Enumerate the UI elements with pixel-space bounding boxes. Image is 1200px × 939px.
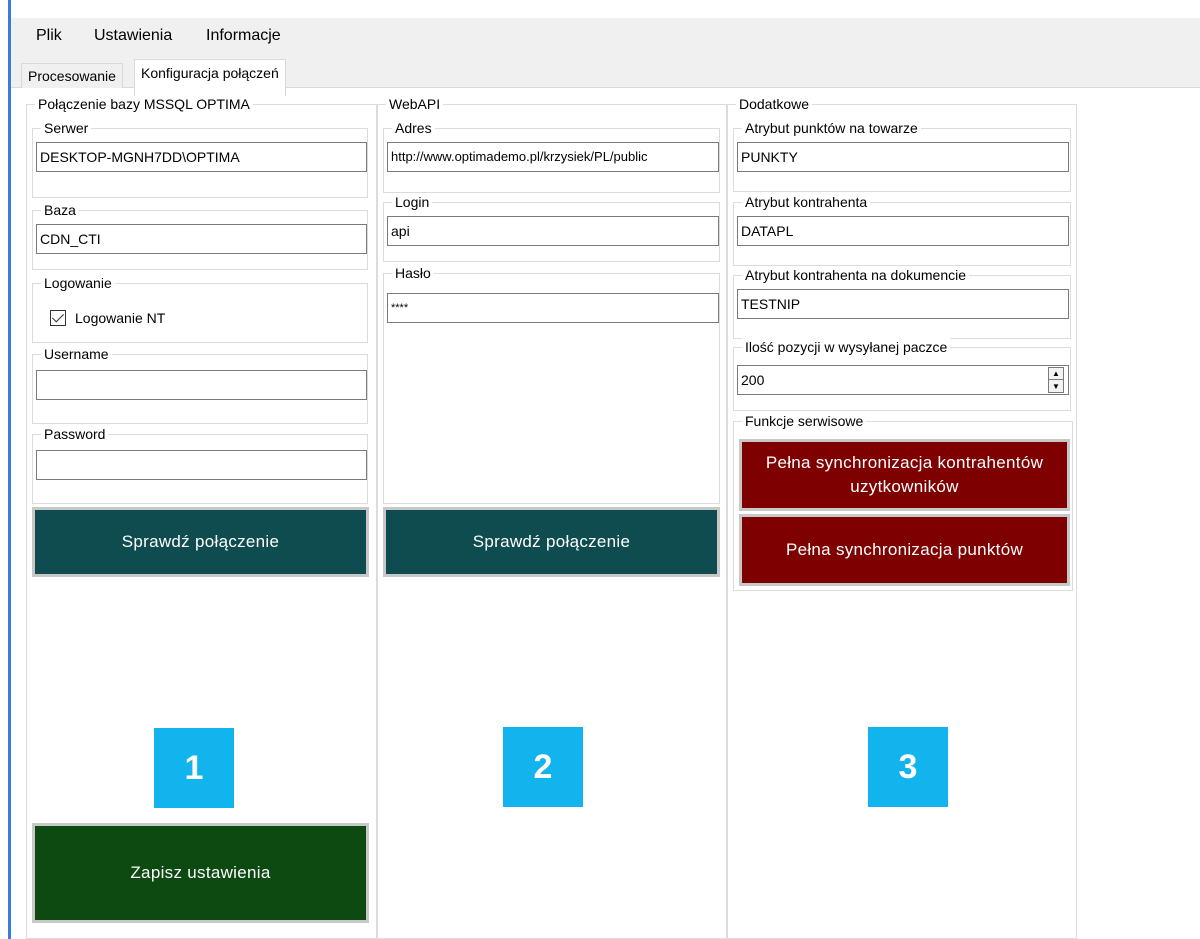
webapi-group-title: WebAPI xyxy=(386,95,444,113)
tab-content: Połączenie bazy MSSQL OPTIMA Serwer DESK… xyxy=(11,88,1200,939)
service-functions-label: Funkcje serwisowe xyxy=(742,412,867,430)
service-functions-group: Funkcje serwisowe Pełna synchronizacja k… xyxy=(733,412,1073,591)
menu-ustawienia[interactable]: Ustawienia xyxy=(94,27,172,45)
tab-procesowanie[interactable]: Procesowanie xyxy=(21,63,123,88)
api-password-input[interactable]: **** xyxy=(387,293,719,323)
menu-bar: Plik Ustawienia Informacje xyxy=(11,18,1200,52)
username-label: Username xyxy=(41,345,112,363)
mssql-group-title: Połączenie bazy MSSQL OPTIMA xyxy=(35,95,253,113)
full-sync-contractors-button[interactable]: Pełna synchronizacja kontrahentów uzytko… xyxy=(739,439,1070,511)
database-label: Baza xyxy=(41,201,79,219)
database-group: Baza CDN_CTI xyxy=(32,201,368,270)
api-login-label: Login xyxy=(392,193,433,211)
api-login-group: Login api xyxy=(383,193,720,262)
save-settings-label: Zapisz ustawienia xyxy=(130,863,271,882)
tab-konfiguracja[interactable]: Konfiguracja połączeń xyxy=(134,59,286,96)
menu-plik[interactable]: Plik xyxy=(36,27,62,45)
full-sync-points-label: Pełna synchronizacja punktów xyxy=(785,540,1024,559)
check-connection-webapi-button[interactable]: Sprawdź połączenie xyxy=(383,507,720,577)
batch-size-label: Ilość pozycji w wysyłanej paczce xyxy=(742,338,951,356)
webapi-group: WebAPI Adres http://www.optimademo.pl/kr… xyxy=(377,95,727,939)
points-attr-label: Atrybut punktów na towarze xyxy=(742,119,921,137)
points-attr-group: Atrybut punktów na towarze PUNKTY xyxy=(733,119,1071,192)
batch-size-stepper[interactable]: ▲ ▼ xyxy=(1048,367,1064,393)
badge-1: 1 xyxy=(154,728,234,808)
password-label: Password xyxy=(41,425,109,443)
database-input[interactable]: CDN_CTI xyxy=(36,224,367,254)
stepper-up-icon[interactable]: ▲ xyxy=(1049,368,1063,380)
extra-group-title: Dodatkowe xyxy=(736,95,813,113)
username-group: Username xyxy=(32,345,368,424)
full-sync-contractors-label: Pełna synchronizacja kontrahentów uzytko… xyxy=(765,453,1044,496)
login-mode-group: Logowanie Logowanie NT xyxy=(32,274,368,343)
password-input[interactable] xyxy=(36,450,367,480)
server-input[interactable]: DESKTOP-MGNH7DD\OPTIMA xyxy=(36,142,367,172)
contractor-attr-group: Atrybut kontrahenta DATAPL xyxy=(733,193,1071,266)
doc-contractor-attr-input[interactable]: TESTNIP xyxy=(737,289,1069,319)
doc-contractor-attr-group: Atrybut kontrahenta na dokumencie TESTNI… xyxy=(733,266,1071,339)
nt-login-checkbox[interactable] xyxy=(50,310,66,326)
password-group: Password xyxy=(32,425,368,504)
login-mode-label: Logowanie xyxy=(41,274,115,292)
address-input[interactable]: http://www.optimademo.pl/krzysiek/PL/pub… xyxy=(387,142,719,172)
save-settings-button[interactable]: Zapisz ustawienia xyxy=(32,823,369,923)
tab-strip: Procesowanie Konfiguracja połączeń xyxy=(11,52,1200,96)
batch-size-group: Ilość pozycji w wysyłanej paczce 200 ▲ ▼ xyxy=(733,338,1071,411)
contractor-attr-label: Atrybut kontrahenta xyxy=(742,193,871,211)
api-password-group: Hasło **** xyxy=(383,264,720,504)
contractor-attr-input[interactable]: DATAPL xyxy=(737,216,1069,246)
mssql-group: Połączenie bazy MSSQL OPTIMA Serwer DESK… xyxy=(26,95,377,939)
menu-informacje[interactable]: Informacje xyxy=(206,27,281,45)
address-group: Adres http://www.optimademo.pl/krzysiek/… xyxy=(383,119,720,193)
check-connection-mssql-button[interactable]: Sprawdź połączenie xyxy=(32,507,369,577)
server-group: Serwer DESKTOP-MGNH7DD\OPTIMA xyxy=(32,119,368,198)
points-attr-input[interactable]: PUNKTY xyxy=(737,142,1069,172)
batch-size-input[interactable]: 200 xyxy=(737,365,1069,395)
check-connection-webapi-label: Sprawdź połączenie xyxy=(472,532,631,551)
doc-contractor-attr-label: Atrybut kontrahenta na dokumencie xyxy=(742,266,970,284)
api-login-input[interactable]: api xyxy=(387,216,719,246)
check-connection-mssql-label: Sprawdź połączenie xyxy=(121,532,280,551)
api-password-label: Hasło xyxy=(392,264,434,282)
stepper-down-icon[interactable]: ▼ xyxy=(1049,380,1063,392)
badge-3: 3 xyxy=(868,727,948,807)
server-label: Serwer xyxy=(41,119,92,137)
badge-2: 2 xyxy=(503,727,583,807)
address-label: Adres xyxy=(392,119,435,137)
username-input[interactable] xyxy=(36,370,367,400)
full-sync-points-button[interactable]: Pełna synchronizacja punktów xyxy=(739,514,1070,586)
nt-login-label: Logowanie NT xyxy=(75,310,166,326)
extra-group: Dodatkowe Atrybut punktów na towarze PUN… xyxy=(727,95,1077,939)
